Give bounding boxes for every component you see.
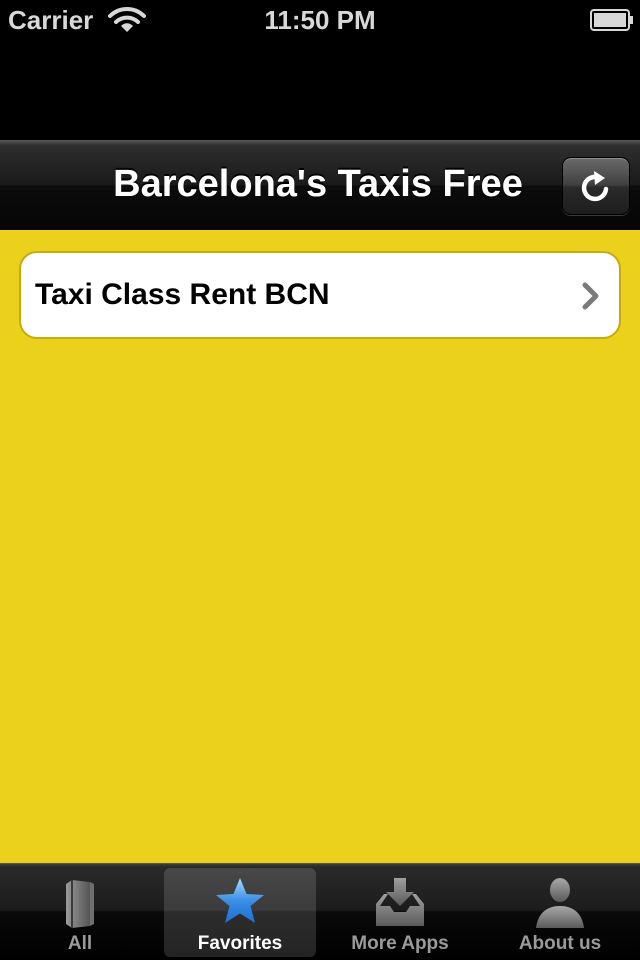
status-time: 11:50 PM	[264, 5, 376, 35]
tab-label: Favorites	[197, 933, 283, 954]
tab-label: About us	[518, 933, 602, 954]
refresh-icon	[581, 171, 609, 202]
black-spacer	[0, 40, 640, 140]
tab-all[interactable]: All	[4, 868, 156, 957]
navigation-bar: Barcelona's Taxis Free	[0, 140, 640, 231]
list-item-label: Taxi Class Rent BCN	[35, 278, 330, 311]
tab-label: More Apps	[351, 933, 449, 954]
tab-label: All	[67, 933, 93, 954]
tab-about-us[interactable]: About us	[484, 868, 636, 957]
tab-bar: All Favorites More Apps About us	[0, 863, 640, 960]
download-tray-icon	[376, 878, 424, 926]
battery-icon	[590, 9, 633, 31]
tab-more-apps[interactable]: More Apps	[324, 868, 476, 957]
refresh-button[interactable]	[562, 157, 630, 215]
content-area: Taxi Class Rent BCN	[0, 230, 640, 863]
status-bar: Carrier 11:50 PM	[0, 0, 640, 40]
person-icon	[536, 878, 584, 928]
book-icon	[66, 880, 94, 928]
star-icon	[216, 878, 264, 923]
tab-favorites[interactable]: Favorites	[164, 868, 316, 957]
app-screen: Carrier 11:50 PM Barcelona's Taxis Free …	[0, 0, 640, 960]
chevron-right-icon	[582, 282, 599, 310]
list-item[interactable]: Taxi Class Rent BCN	[19, 251, 621, 339]
nav-title: Barcelona's Taxis Free	[113, 163, 523, 205]
